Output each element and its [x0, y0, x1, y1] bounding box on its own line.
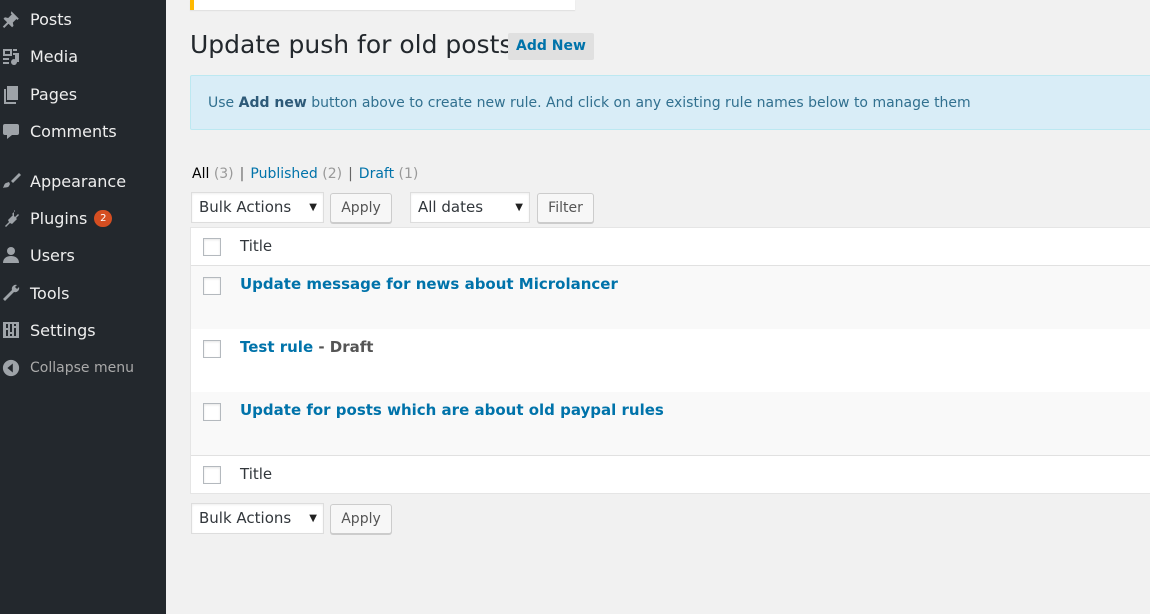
- sidebar-item-label: Plugins: [30, 208, 88, 228]
- table-row: Update message for news about Microlance…: [191, 266, 1150, 329]
- sidebar-item-label: Settings: [30, 320, 96, 340]
- status-filter-links: All (3) | Published (2) | Draft (1): [192, 166, 419, 182]
- sidebar-item-appearance[interactable]: Appearance: [0, 164, 166, 198]
- wrench-icon: [0, 283, 22, 303]
- sidebar-item-media[interactable]: Media: [0, 39, 166, 73]
- table-header-row: Title: [191, 228, 1150, 266]
- sidebar-item-label: Comments: [30, 121, 117, 141]
- sidebar-item-label: Appearance: [30, 171, 127, 191]
- update-count-badge: 2: [94, 209, 113, 227]
- apply-button-bottom[interactable]: Apply: [330, 504, 392, 534]
- row-title: Update message for news about Microlance…: [240, 275, 618, 293]
- post-state: - Draft: [313, 338, 374, 356]
- apply-button-top[interactable]: Apply: [330, 193, 392, 223]
- collapse-menu-button[interactable]: Collapse menu: [0, 351, 166, 385]
- user-icon: [0, 245, 22, 265]
- media-icon: [0, 46, 22, 66]
- row-title: Update for posts which are about old pay…: [240, 401, 664, 419]
- filter-all-link[interactable]: All (3): [192, 166, 234, 182]
- info-strong: Add new: [238, 95, 307, 111]
- filter-button[interactable]: Filter: [537, 193, 594, 223]
- info-text: Use Add new button above to create new r…: [208, 95, 971, 111]
- table-row: Update for posts which are about old pay…: [191, 392, 1150, 455]
- collapse-arrow-icon: [0, 358, 22, 378]
- sidebar-item-comments[interactable]: Comments: [0, 114, 166, 148]
- sidebar-item-posts[interactable]: Posts: [0, 2, 166, 36]
- collapse-menu-label: Collapse menu: [30, 360, 134, 376]
- chevron-down-icon: ▼: [309, 202, 317, 213]
- sidebar-item-label: Tools: [30, 283, 70, 303]
- sidebar-item-label: Media: [30, 46, 79, 66]
- row-checkbox[interactable]: [203, 340, 221, 358]
- sidebar-item-users[interactable]: Users: [0, 238, 166, 272]
- row-title-link[interactable]: Update message for news about Microlance…: [240, 275, 618, 293]
- date-filter-select[interactable]: All dates ▼: [410, 192, 530, 223]
- info-notice: Use Add new button above to create new r…: [190, 75, 1150, 130]
- plugin-icon: [0, 208, 22, 228]
- column-title-footer[interactable]: Title: [240, 465, 272, 483]
- column-title-header[interactable]: Title: [240, 237, 272, 255]
- chevron-down-icon: ▼: [515, 202, 523, 213]
- bulk-actions-select-top[interactable]: Bulk Actions ▼: [191, 192, 324, 223]
- sidebar-item-settings[interactable]: Settings: [0, 313, 166, 347]
- chevron-down-icon: ▼: [309, 513, 317, 524]
- filter-published-link[interactable]: Published (2): [250, 166, 342, 182]
- pushpin-icon: [0, 9, 22, 29]
- pages-icon: [0, 84, 22, 104]
- row-title-link[interactable]: Test rule: [240, 338, 313, 356]
- settings-icon: [0, 320, 22, 340]
- admin-notice: [190, 0, 575, 10]
- page-title: Update push for old posts: [190, 30, 513, 59]
- sidebar-item-label: Pages: [30, 84, 78, 104]
- sidebar-item-tools[interactable]: Tools: [0, 276, 166, 310]
- filter-draft-link[interactable]: Draft (1): [359, 166, 419, 182]
- sidebar-item-label: Users: [30, 245, 75, 265]
- bulk-actions-select-bottom[interactable]: Bulk Actions ▼: [191, 503, 324, 534]
- select-all-checkbox[interactable]: [203, 238, 221, 256]
- sidebar-item-pages[interactable]: Pages: [0, 77, 166, 111]
- table-footer-row: Title: [191, 455, 1150, 493]
- row-checkbox[interactable]: [203, 403, 221, 421]
- table-row: Test rule - Draft: [191, 329, 1150, 392]
- admin-sidebar: Posts Media Pages Comments Appearance Pl…: [0, 0, 166, 614]
- rules-table: Title Update message for news about Micr…: [190, 227, 1150, 494]
- sidebar-item-label: Posts: [30, 9, 72, 29]
- comment-icon: [0, 121, 22, 141]
- select-all-checkbox-footer[interactable]: [203, 466, 221, 484]
- row-title: Test rule - Draft: [240, 338, 373, 356]
- sidebar-item-plugins[interactable]: Plugins 2: [0, 201, 166, 235]
- row-title-link[interactable]: Update for posts which are about old pay…: [240, 401, 664, 419]
- add-new-button[interactable]: Add New: [508, 33, 594, 60]
- row-checkbox[interactable]: [203, 277, 221, 295]
- paintbrush-icon: [0, 171, 22, 191]
